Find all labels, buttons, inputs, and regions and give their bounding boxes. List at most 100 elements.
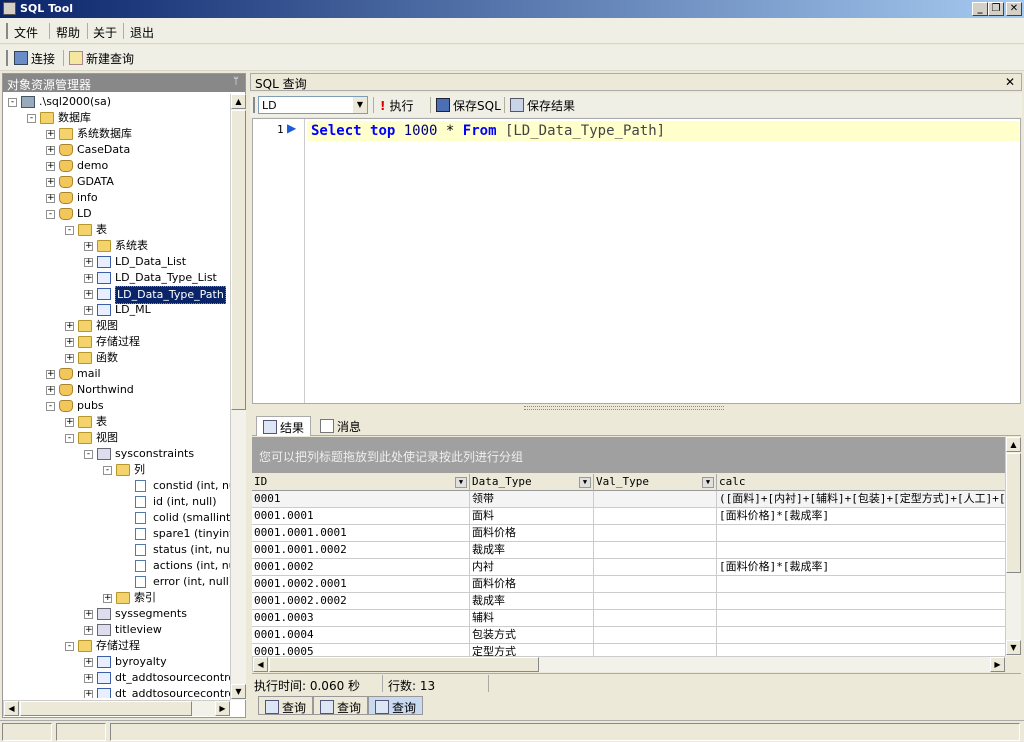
restore-button[interactable]: ❐ xyxy=(988,2,1004,16)
scroll-right-button[interactable]: ▶ xyxy=(990,657,1005,672)
scroll-down-button[interactable]: ▼ xyxy=(1006,640,1021,655)
menu-about[interactable]: 关于 xyxy=(93,24,117,41)
menu-file[interactable]: 文件 xyxy=(14,24,38,41)
table-row[interactable]: 0001.0001 面料 [面料价格]*[裁成率] xyxy=(252,508,1005,525)
close-query-icon[interactable]: ✕ xyxy=(1005,75,1015,89)
scroll-down-button[interactable]: ▼ xyxy=(231,684,246,699)
chevron-down-icon[interactable]: ▼ xyxy=(353,97,367,113)
execute-button[interactable]: ! 执行 xyxy=(380,97,414,114)
table-row[interactable]: 0001.0001.0001 面料价格 xyxy=(252,525,1005,542)
filter-dropdown-icon[interactable]: ▼ xyxy=(702,477,714,488)
expand-icon[interactable]: + xyxy=(46,178,55,187)
sql-editor[interactable]: 1 ▶ Select top 1000 * From [LD_Data_Type… xyxy=(252,118,1021,404)
tree-node-label: colid (smallint, xyxy=(153,511,231,524)
cell-value: 0001.0001.0001 xyxy=(254,526,347,539)
collapse-icon[interactable]: - xyxy=(46,210,55,219)
line-gutter: 1 ▶ xyxy=(253,119,305,403)
expand-icon[interactable]: + xyxy=(65,322,74,331)
table-icon xyxy=(97,288,111,300)
table-row[interactable]: 0001.0005 定型方式 xyxy=(252,644,1005,656)
scroll-left-button[interactable]: ◀ xyxy=(253,657,268,672)
server-icon xyxy=(21,96,35,108)
table-row[interactable]: 0001.0004 包装方式 xyxy=(252,627,1005,644)
collapse-icon[interactable]: - xyxy=(84,450,93,459)
expand-icon[interactable]: + xyxy=(65,338,74,347)
minimize-button[interactable]: _ xyxy=(972,2,988,16)
table-cell: 0001.0004 xyxy=(252,627,470,644)
expand-icon[interactable]: + xyxy=(84,258,93,267)
sql-code-line[interactable]: Select top 1000 * From [LD_Data_Type_Pat… xyxy=(307,121,1019,141)
tab-results[interactable]: 结果 xyxy=(256,416,312,436)
menu-help[interactable]: 帮助 xyxy=(56,24,80,41)
scroll-up-button[interactable]: ▲ xyxy=(231,94,246,109)
results-hscroll-thumb[interactable] xyxy=(269,657,539,672)
expand-icon[interactable]: + xyxy=(84,242,93,251)
filter-dropdown-icon[interactable]: ▼ xyxy=(455,477,467,488)
expand-icon[interactable]: + xyxy=(84,274,93,283)
collapse-icon[interactable]: - xyxy=(65,434,74,443)
scroll-right-button[interactable]: ▶ xyxy=(215,701,230,716)
expand-icon[interactable]: + xyxy=(84,690,93,698)
column-header[interactable]: calc xyxy=(717,474,1005,491)
expand-icon[interactable]: + xyxy=(46,130,55,139)
menu-exit[interactable]: 退出 xyxy=(130,24,154,41)
results-vertical-scrollbar[interactable]: ▲ ▼ xyxy=(1005,437,1021,656)
table-row[interactable]: 0001 领带 ([面料]+[内衬]+[辅料]+[包装]+[定型方式]+[人工]+[ xyxy=(252,491,1005,508)
collapse-icon[interactable]: - xyxy=(65,226,74,235)
expand-icon[interactable]: + xyxy=(84,306,93,315)
column-header[interactable]: Val_Type ▼ xyxy=(594,474,717,491)
table-row[interactable]: 0001.0002.0001 面料价格 xyxy=(252,576,1005,593)
expand-icon[interactable]: + xyxy=(103,594,112,603)
expand-icon[interactable]: + xyxy=(84,290,93,299)
table-row[interactable]: 0001.0001.0002 裁成率 xyxy=(252,542,1005,559)
scroll-thumb[interactable] xyxy=(231,110,246,410)
query-tab-2[interactable]: 查询 xyxy=(313,696,369,715)
database-select-value: LD xyxy=(262,99,277,112)
connect-button[interactable]: 连接 xyxy=(14,50,55,67)
hscroll-thumb[interactable] xyxy=(20,701,192,716)
scroll-left-button[interactable]: ◀ xyxy=(4,701,19,716)
close-button[interactable]: ✕ xyxy=(1006,2,1022,16)
expand-icon[interactable]: + xyxy=(84,658,93,667)
expand-icon[interactable]: + xyxy=(65,418,74,427)
collapse-icon[interactable]: - xyxy=(103,466,112,475)
tree-horizontal-scrollbar[interactable]: ◀ ▶ xyxy=(3,700,230,716)
expand-icon[interactable]: + xyxy=(65,354,74,363)
cell-value: 面料价格 xyxy=(472,577,516,590)
tree-vertical-scrollbar[interactable]: ▲ ▼ xyxy=(230,94,246,700)
expand-icon[interactable]: + xyxy=(84,674,93,683)
tab-messages[interactable]: 消息 xyxy=(314,416,367,436)
column-header[interactable]: Data_Type ▼ xyxy=(470,474,594,491)
results-horizontal-scrollbar[interactable]: ◀ ▶ xyxy=(252,656,1005,672)
cell-value: 面料价格 xyxy=(472,526,516,539)
query-tab-3[interactable]: 查询 xyxy=(368,696,424,715)
save-result-button[interactable]: 保存结果 xyxy=(510,97,575,114)
expand-icon[interactable]: + xyxy=(46,370,55,379)
group-by-area[interactable]: 您可以把列标题拖放到此处使记录按此列进行分组 xyxy=(252,437,1005,473)
collapse-icon[interactable]: - xyxy=(65,642,74,651)
table-row[interactable]: 0001.0003 辅料 xyxy=(252,610,1005,627)
query-tab-1[interactable]: 查询 xyxy=(258,696,314,715)
save-sql-button[interactable]: 保存SQL xyxy=(436,97,501,114)
expand-icon[interactable]: + xyxy=(46,386,55,395)
grid-header-row: ID ▼ Data_Type ▼ Val_Type ▼ calc xyxy=(252,474,1005,491)
expand-icon[interactable]: + xyxy=(46,194,55,203)
collapse-icon[interactable]: - xyxy=(27,114,36,123)
expand-icon[interactable]: + xyxy=(84,610,93,619)
results-scroll-thumb[interactable] xyxy=(1006,453,1021,573)
table-row[interactable]: 0001.0002.0002 裁成率 xyxy=(252,593,1005,610)
collapse-icon[interactable]: - xyxy=(46,402,55,411)
database-select[interactable]: LD ▼ xyxy=(258,96,368,114)
table-row[interactable]: 0001.0002 内衬 [面料价格]*[裁成率] xyxy=(252,559,1005,576)
collapse-icon[interactable]: - xyxy=(8,98,17,107)
expand-icon[interactable]: + xyxy=(46,162,55,171)
column-header[interactable]: ID ▼ xyxy=(252,474,470,491)
table-icon xyxy=(97,256,111,268)
new-query-button[interactable]: 新建查询 xyxy=(69,50,134,67)
expand-icon[interactable]: + xyxy=(46,146,55,155)
scroll-up-button[interactable]: ▲ xyxy=(1006,437,1021,452)
editor-results-splitter[interactable] xyxy=(252,404,1021,412)
expand-icon[interactable]: + xyxy=(84,626,93,635)
filter-dropdown-icon[interactable]: ▼ xyxy=(579,477,591,488)
pin-icon[interactable]: ᛘ xyxy=(233,76,239,87)
